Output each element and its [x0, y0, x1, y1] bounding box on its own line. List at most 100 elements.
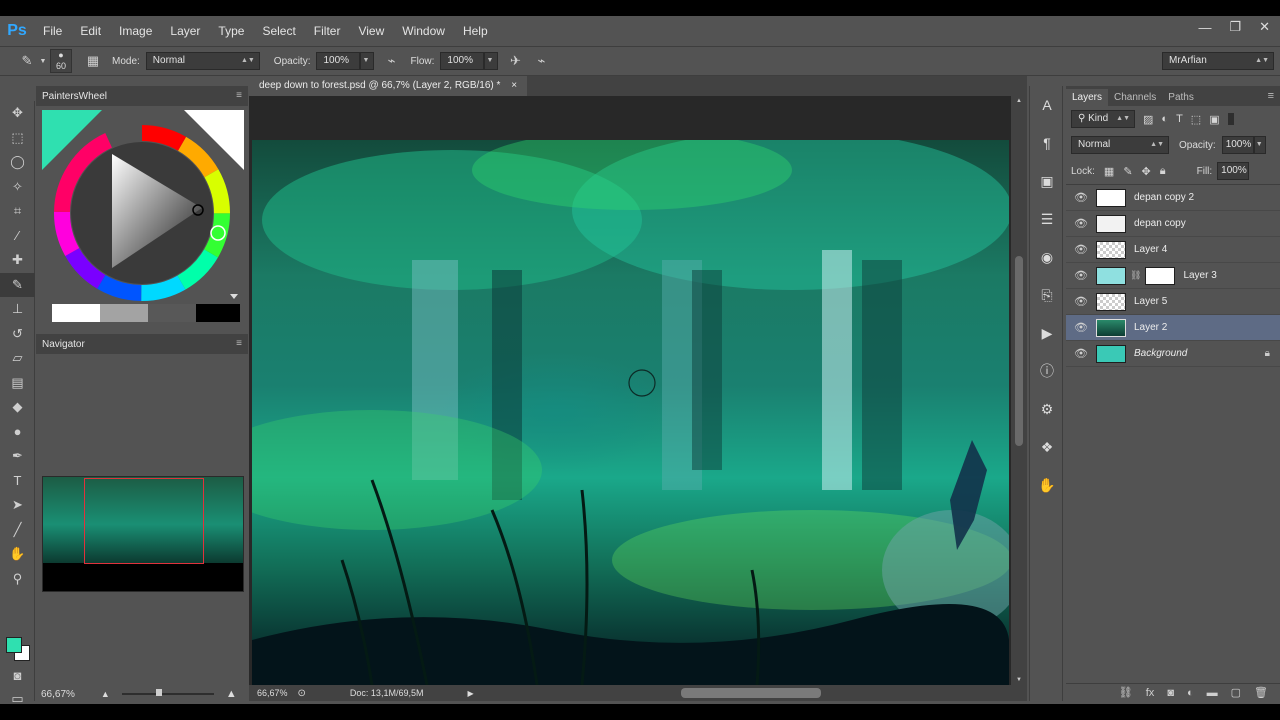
tab-layers[interactable]: Layers: [1066, 89, 1109, 106]
actions-panel-icon[interactable]: ▶: [1030, 314, 1064, 352]
value-swatch-black[interactable]: [196, 304, 240, 322]
character-panel-icon[interactable]: A: [1030, 86, 1064, 124]
path-selection-tool-icon[interactable]: ➤: [0, 493, 35, 518]
new-layer-icon[interactable]: ▢: [1231, 686, 1241, 699]
visibility-eye-icon[interactable]: 👁︎: [1070, 191, 1092, 204]
minimize-button[interactable]: —: [1198, 20, 1211, 35]
layer-name[interactable]: depan copy: [1134, 218, 1186, 229]
visibility-eye-icon[interactable]: 👁︎: [1070, 217, 1092, 230]
add-mask-icon[interactable]: ◙: [1167, 687, 1174, 699]
move-tool-icon[interactable]: ✥: [0, 101, 35, 126]
opacity-dropdown[interactable]: ▼: [360, 52, 375, 70]
menu-help[interactable]: Help: [454, 24, 497, 38]
layer-style-icon[interactable]: fx: [1146, 687, 1155, 699]
color-wheel[interactable]: [36, 106, 248, 334]
layer-name[interactable]: Layer 2: [1134, 322, 1167, 333]
menu-image[interactable]: Image: [110, 24, 161, 38]
layer-opacity-dropdown[interactable]: ▼: [1253, 136, 1266, 154]
tab-channels[interactable]: Channels: [1108, 89, 1162, 106]
adjustments-panel-icon[interactable]: ⚙: [1030, 390, 1064, 428]
menu-view[interactable]: View: [349, 24, 393, 38]
zoom-tool-icon[interactable]: ⚲: [0, 567, 35, 592]
value-swatch-white[interactable]: [52, 304, 100, 322]
layer-row-selected[interactable]: 👁︎ Layer 2: [1066, 315, 1280, 341]
filter-adjustment-icon[interactable]: ◐: [1161, 113, 1168, 125]
panel-menu-icon[interactable]: ≡: [1268, 90, 1274, 102]
layer-name[interactable]: Background: [1134, 348, 1187, 359]
close-tab-icon[interactable]: ×: [511, 80, 517, 91]
screen-mode-icon[interactable]: ▭: [0, 687, 35, 712]
dodge-tool-icon[interactable]: ●: [0, 420, 35, 445]
hand-tool-icon[interactable]: ✋: [0, 542, 35, 567]
navigator-view-rectangle[interactable]: [84, 478, 204, 564]
chevron-down-icon[interactable]: ▼: [38, 50, 48, 72]
layer-opacity-input[interactable]: 100%: [1221, 136, 1254, 154]
info-panel-icon[interactable]: ⓘ: [1030, 352, 1064, 390]
navigator-thumbnail[interactable]: [42, 476, 244, 592]
lock-pixels-icon[interactable]: ✎: [1123, 165, 1132, 178]
brush-tool-preset-icon[interactable]: ✎: [16, 50, 38, 72]
new-group-icon[interactable]: ▬: [1207, 687, 1218, 699]
filter-toggle[interactable]: [1227, 113, 1234, 125]
blur-tool-icon[interactable]: ◆: [0, 395, 35, 420]
value-swatch-dark[interactable]: [148, 304, 196, 322]
visibility-eye-icon[interactable]: 👁︎: [1070, 243, 1092, 256]
brush-size-picker[interactable]: ● 60: [50, 49, 72, 73]
close-button[interactable]: ✕: [1259, 19, 1270, 35]
layer-name[interactable]: Layer 3: [1183, 270, 1216, 281]
menu-file[interactable]: File: [34, 24, 71, 38]
layer-name[interactable]: Layer 5: [1134, 296, 1167, 307]
airbrush-icon[interactable]: ✈: [504, 50, 526, 72]
pressure-size-icon[interactable]: ⌁: [530, 50, 552, 72]
layer-filter-select[interactable]: ⚲ Kind ▲▼: [1071, 110, 1135, 128]
filter-shape-icon[interactable]: ⬚: [1191, 113, 1201, 126]
navigator-zoom-slider[interactable]: [121, 689, 214, 696]
layer-row[interactable]: 👁︎ depan copy: [1066, 211, 1280, 237]
pen-tool-icon[interactable]: ✒: [0, 444, 35, 469]
vertical-scroll-thumb[interactable]: [1015, 256, 1023, 446]
status-menu-icon[interactable]: ▶: [467, 689, 473, 698]
marquee-tool-icon[interactable]: ⬚: [0, 126, 35, 151]
menu-select[interactable]: Select: [253, 24, 304, 38]
info-icon[interactable]: ⊙: [298, 688, 306, 699]
painters-wheel-tab[interactable]: PaintersWheel ≡: [36, 86, 248, 106]
tool-presets-icon[interactable]: ✋: [1030, 466, 1064, 504]
menu-type[interactable]: Type: [209, 24, 253, 38]
layer-row[interactable]: 👁︎ Background 🔒︎: [1066, 341, 1280, 367]
navigator-tab[interactable]: Navigator ≡: [36, 334, 248, 354]
line-tool-icon[interactable]: ╱: [0, 518, 35, 543]
zoom-in-icon[interactable]: ▲: [226, 688, 237, 700]
tab-paths[interactable]: Paths: [1162, 89, 1200, 106]
layer-name[interactable]: Layer 4: [1134, 244, 1167, 255]
painting-image[interactable]: [252, 140, 1009, 685]
quick-mask-icon[interactable]: ◙: [0, 663, 35, 688]
menu-layer[interactable]: Layer: [161, 24, 209, 38]
filter-smart-object-icon[interactable]: ▣: [1209, 113, 1219, 126]
visibility-eye-icon[interactable]: 👁︎: [1070, 347, 1092, 360]
slider-thumb[interactable]: [155, 689, 162, 696]
restore-button[interactable]: ❐: [1229, 19, 1241, 35]
pressure-opacity-icon[interactable]: ⌁: [380, 50, 402, 72]
styles-panel-icon[interactable]: ❖: [1030, 428, 1064, 466]
layer-row[interactable]: 👁︎ ⛓ Layer 3: [1066, 263, 1280, 289]
paragraph-panel-icon[interactable]: ¶: [1030, 124, 1064, 162]
visibility-eye-icon[interactable]: 👁︎: [1070, 321, 1092, 334]
lock-all-icon[interactable]: 🔒︎: [1160, 165, 1166, 178]
eyedropper-tool-icon[interactable]: ⁄: [0, 224, 35, 249]
flow-dropdown[interactable]: ▼: [484, 52, 499, 70]
lasso-tool-icon[interactable]: ◯: [0, 150, 35, 175]
menu-window[interactable]: Window: [393, 24, 454, 38]
fill-input[interactable]: 100%: [1217, 162, 1250, 180]
notes-panel-icon[interactable]: ☰: [1030, 200, 1064, 238]
trash-icon[interactable]: 🗑︎: [1254, 686, 1268, 699]
filter-pixel-icon[interactable]: ▨: [1143, 113, 1153, 126]
vertical-scrollbar[interactable]: ▲ ▼: [1011, 96, 1027, 685]
opacity-input[interactable]: 100%: [316, 52, 361, 70]
eraser-tool-icon[interactable]: ▱: [0, 346, 35, 371]
document-canvas[interactable]: [249, 96, 1011, 685]
workspace-select[interactable]: MrArfian ▲▼: [1162, 52, 1274, 70]
navigator-zoom-value[interactable]: 66,67%: [41, 689, 75, 700]
lock-position-icon[interactable]: ✥: [1142, 165, 1151, 178]
healing-brush-tool-icon[interactable]: ✚: [0, 248, 35, 273]
filter-type-icon[interactable]: T: [1176, 113, 1183, 125]
